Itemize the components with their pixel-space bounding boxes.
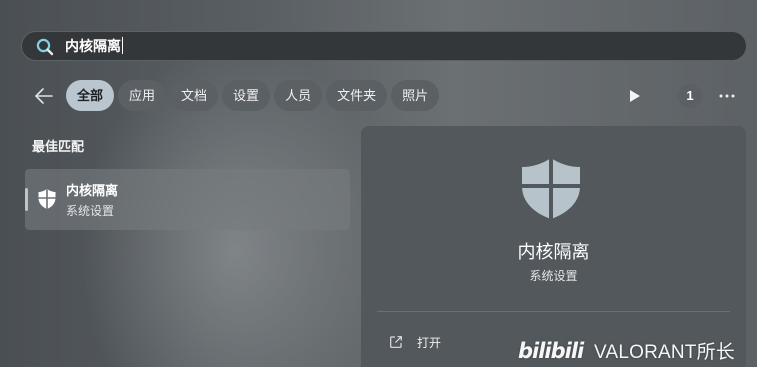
watermark-text: VALORANT所长 xyxy=(594,341,736,363)
watermark: bilibili VALORANT所长 xyxy=(518,336,735,364)
more-dots-icon xyxy=(719,94,735,98)
count-badge[interactable]: 1 xyxy=(678,84,702,108)
windows-security-shield-icon xyxy=(522,158,580,219)
open-action[interactable]: 打开 xyxy=(389,333,441,351)
filter-tab-documents[interactable]: 文档 xyxy=(170,80,219,111)
search-input[interactable]: 内核隔离 xyxy=(65,32,123,60)
selection-indicator xyxy=(25,188,28,211)
svg-text:bilibili: bilibili xyxy=(518,339,585,363)
text-caret xyxy=(122,37,123,54)
result-title: 内核隔离 xyxy=(66,183,119,198)
bilibili-logo: bilibili xyxy=(518,339,586,363)
back-arrow-icon[interactable] xyxy=(34,86,54,106)
open-external-icon xyxy=(390,336,402,348)
divider xyxy=(377,311,730,312)
search-icon xyxy=(36,38,54,56)
filter-tab-people[interactable]: 人员 xyxy=(274,80,323,111)
filter-tab-photos[interactable]: 照片 xyxy=(391,80,440,111)
filter-tab-settings[interactable]: 设置 xyxy=(222,80,271,111)
filter-tab-folders[interactable]: 文件夹 xyxy=(326,80,388,111)
more-horizontal-icon[interactable] xyxy=(719,86,735,112)
result-subtitle: 系统设置 xyxy=(66,204,115,218)
filter-tabs: 全部 应用 文档 设置 人员 文件夹 照片 xyxy=(66,80,440,111)
search-bar[interactable]: 内核隔离 xyxy=(21,31,747,61)
windows-security-shield-icon xyxy=(38,189,56,209)
play-icon[interactable] xyxy=(629,89,641,103)
detail-title: 内核隔离 xyxy=(517,242,590,262)
search-query-text: 内核隔离 xyxy=(65,38,121,54)
filter-tab-all[interactable]: 全部 xyxy=(66,80,115,111)
detail-panel: 内核隔离 系统设置 打开 xyxy=(361,126,746,367)
best-match-result[interactable]: 内核隔离 系统设置 xyxy=(25,169,350,230)
best-match-heading: 最佳匹配 xyxy=(32,139,85,154)
open-action-label: 打开 xyxy=(417,335,442,350)
detail-subtitle: 系统设置 xyxy=(529,269,578,283)
filter-tab-apps[interactable]: 应用 xyxy=(118,80,167,111)
